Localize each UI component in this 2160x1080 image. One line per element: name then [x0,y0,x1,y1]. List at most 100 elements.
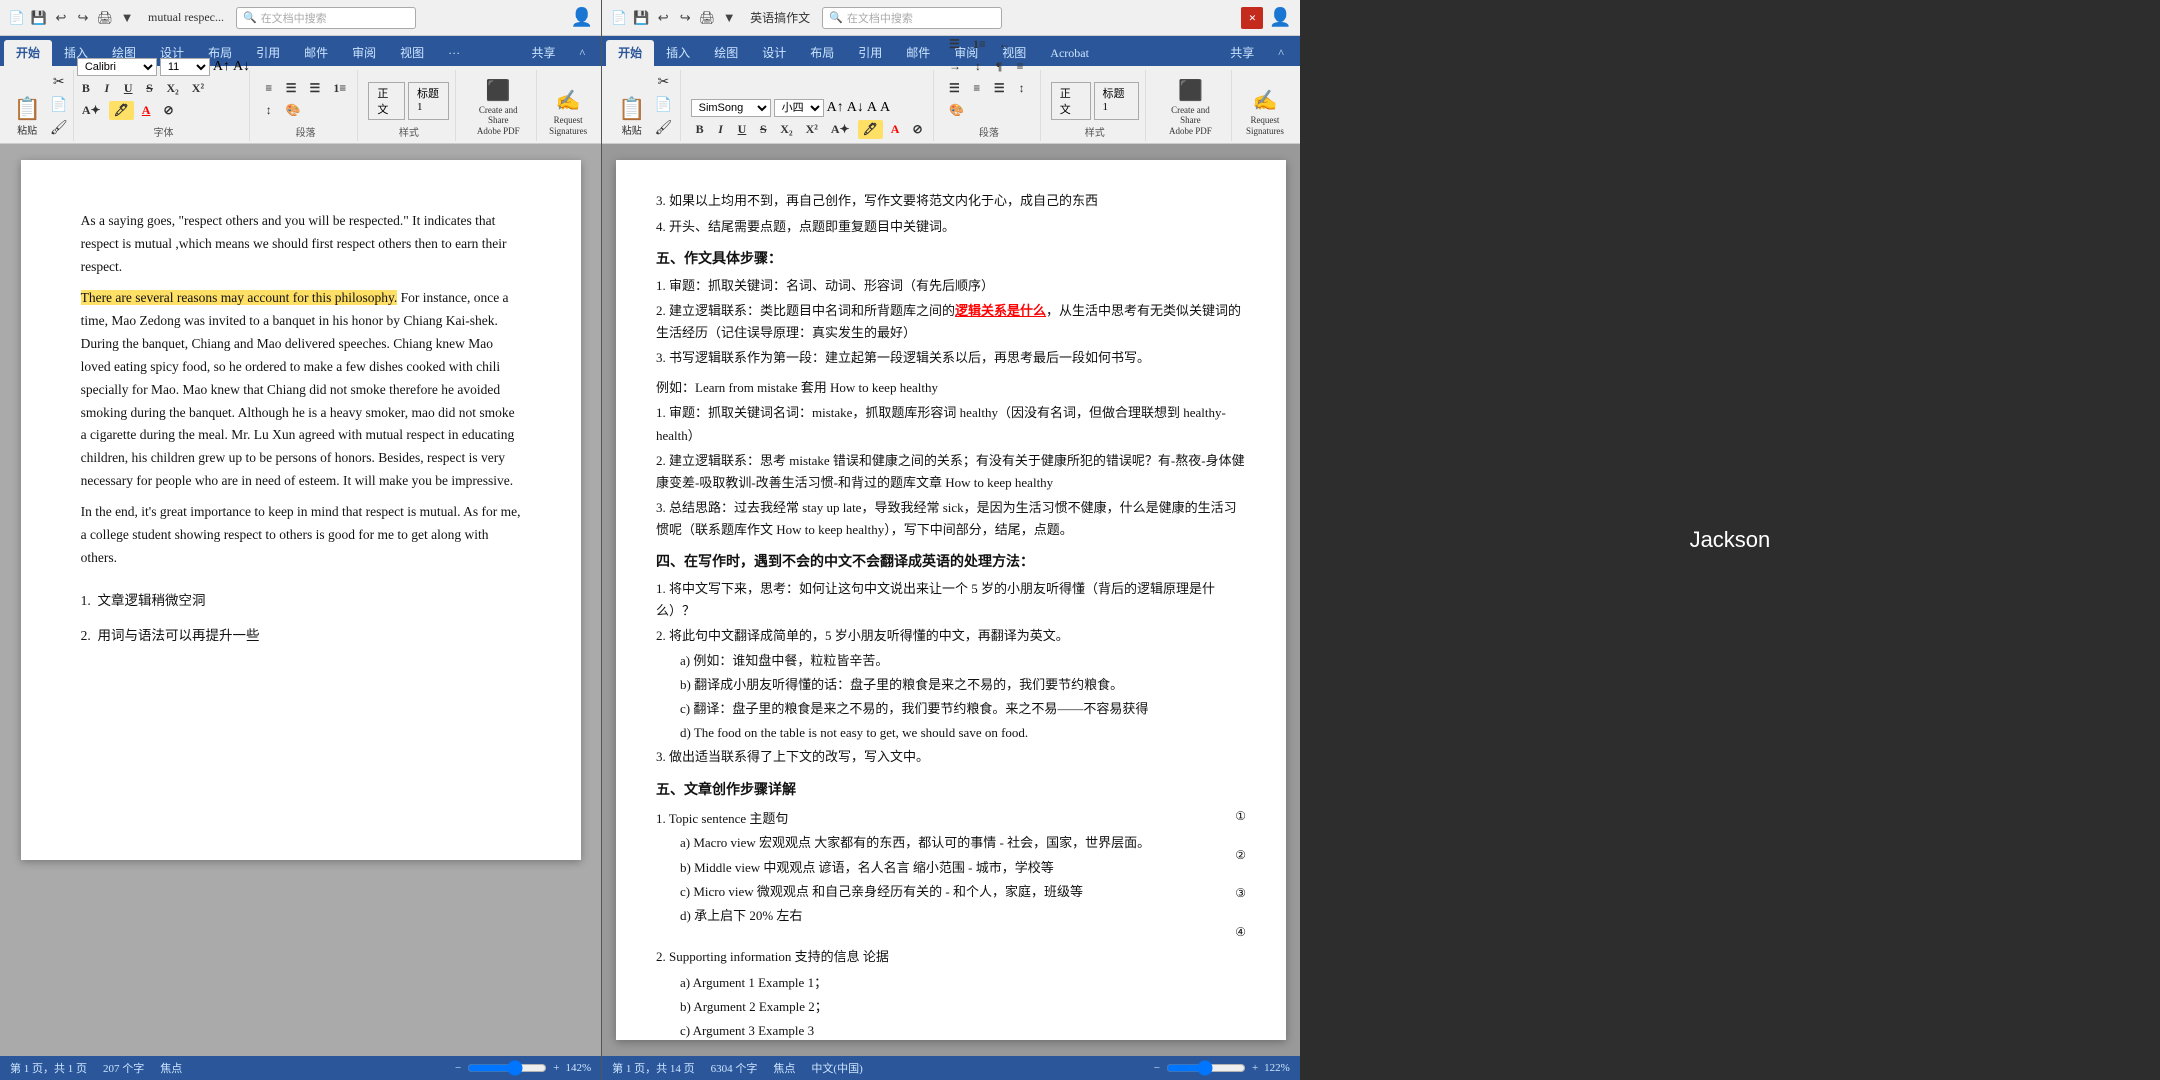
left-tab-share[interactable]: 共享 [520,40,568,66]
right-align-left-btn[interactable]: ≡ [1011,57,1029,76]
right-tab-layout[interactable]: 布局 [798,40,846,66]
right-grow-font-btn[interactable]: A↑ [827,100,844,116]
more-icon[interactable]: ▼ [118,9,136,27]
left-text-effect-btn[interactable]: A✦ [77,101,106,120]
right-create-share-btn[interactable]: ⬛ Create and ShareAdobe PDF [1156,76,1225,139]
left-subscript-btn[interactable]: X₂ [162,79,184,98]
left-search-box[interactable]: 🔍 在文档中搜索 [236,7,416,29]
left-font-size-select[interactable]: 11 [160,58,210,76]
redo-icon[interactable]: ↪ [74,9,92,27]
right-zoom-in-btn[interactable]: + [1252,1062,1258,1074]
left-align-left-btn[interactable]: ≡ [260,79,278,98]
right-show-marks-btn[interactable]: ¶ [990,57,1008,76]
right-tab-ref[interactable]: 引用 [846,40,894,66]
left-zoom-in-btn[interactable]: + [553,1062,559,1074]
right-cut-btn[interactable]: ✂ [652,72,674,93]
right-numbering-btn[interactable]: 1≡ [968,35,991,54]
right-shrink-font-btn[interactable]: A↓ [847,100,864,116]
left-numbering-btn[interactable]: 1≡ [328,79,351,98]
left-clear-format-btn[interactable]: ⊘ [158,101,178,120]
left-zoom-slider[interactable] [467,1060,547,1076]
right-copy-btn[interactable]: 📄 [652,95,674,116]
left-italic-btn[interactable]: I [98,79,116,98]
file-icon[interactable]: 📄 [8,9,26,27]
left-align-center-btn[interactable]: ☰ [281,79,302,98]
right-style-normal-btn[interactable]: 正文 [1051,82,1091,120]
left-style-normal-btn[interactable]: 正文 [368,82,405,120]
right-tab-collapse[interactable]: ^ [1266,42,1296,66]
right-char-btn[interactable]: A [867,100,877,116]
right-outdent-btn[interactable]: ← [994,35,1016,54]
right-align-center-btn[interactable]: ☰ [944,79,965,98]
left-font-color-btn[interactable]: A [137,101,156,120]
save-icon[interactable]: 💾 [30,9,48,27]
left-paste-btn[interactable]: 📋 粘贴 [9,96,44,139]
right-zoom-slider[interactable] [1166,1060,1246,1076]
undo-icon[interactable]: ↩ [52,9,70,27]
right-strikethrough-btn[interactable]: S [754,120,772,139]
left-cut-btn[interactable]: ✂ [48,72,70,93]
right-sort-btn[interactable]: ↕ [969,57,987,76]
right-save-icon[interactable]: 💾 [632,9,650,27]
left-copy-btn[interactable]: 📄 [48,95,70,116]
right-redo-icon[interactable]: ↪ [676,9,694,27]
left-bold-btn[interactable]: B [77,79,95,98]
left-format-paint-btn[interactable]: 🖌 [48,118,70,139]
left-tab-review[interactable]: 审阅 [340,40,388,66]
right-format-paint-btn[interactable]: 🖌 [652,118,674,139]
right-font-size-select[interactable]: 小四 [774,99,824,117]
left-request-sig-btn[interactable]: ✍ RequestSignatures [545,86,591,139]
left-line-spacing-btn[interactable]: ↕ [260,101,278,120]
left-style-h1-btn[interactable]: 标题1 [408,82,449,120]
right-tab-home[interactable]: 开始 [606,40,654,66]
right-style-h1-btn[interactable]: 标题1 [1094,82,1139,120]
right-char2-btn[interactable]: A [880,100,890,116]
right-user-icon[interactable]: 👤 [1269,7,1291,28]
left-zoom-out-btn[interactable]: − [455,1062,461,1074]
right-tab-draw[interactable]: 绘图 [702,40,750,66]
right-char3-btn[interactable]: ⊘ [907,120,927,139]
left-tab-mail[interactable]: 邮件 [292,40,340,66]
left-strikethrough-btn[interactable]: S [141,79,159,98]
left-shrink-font-btn[interactable]: A↓ [233,59,250,75]
right-indent-btn[interactable]: → [944,57,966,76]
left-user-icon[interactable]: 👤 [571,7,593,28]
left-font-name-select[interactable]: Calibri [77,58,157,76]
right-tab-design[interactable]: 设计 [750,40,798,66]
right-more-icon[interactable]: ▼ [720,9,738,27]
right-bullets-btn[interactable]: ☰ [944,35,965,54]
left-tab-collapse[interactable]: ^ [568,42,598,66]
right-tab-mail[interactable]: 邮件 [894,40,942,66]
right-italic-btn[interactable]: I [712,120,730,139]
left-tab-view[interactable]: 视图 [388,40,436,66]
right-justify-btn[interactable]: ☰ [989,79,1010,98]
print-icon[interactable]: 🖨 [96,9,114,27]
right-font-name-select[interactable]: SimSong [691,99,771,117]
right-tab-share[interactable]: 共享 [1218,40,1266,66]
left-underline-btn[interactable]: U [119,79,138,98]
right-font-color-btn[interactable]: A [886,120,905,139]
right-request-sig-btn[interactable]: ✍ RequestSignatures [1242,86,1288,139]
left-tab-ref[interactable]: 引用 [244,40,292,66]
right-shading-btn[interactable]: 🎨 [944,101,969,120]
right-zoom-out-btn[interactable]: − [1154,1062,1160,1074]
right-underline-btn[interactable]: U [733,120,752,139]
left-bullets-btn[interactable]: ☰ [305,79,326,98]
right-doc-area[interactable]: 3. 如果以上均用不到，再自己创作，写作文要将范文内化于心，成自己的东西 4. … [602,144,1300,1056]
right-line-spacing-btn[interactable]: ↕ [1013,79,1031,98]
right-close-btn[interactable]: × [1241,7,1263,29]
right-file-icon[interactable]: 📄 [610,9,628,27]
right-print-icon[interactable]: 🖨 [698,9,716,27]
right-highlight-btn[interactable]: 🖊 [858,120,883,139]
right-align-right-btn[interactable]: ≡ [968,79,986,98]
left-create-share-btn[interactable]: ⬛ Create and ShareAdobe PDF [466,76,530,139]
left-highlight-btn[interactable]: 🖊 [109,101,134,120]
right-superscript-btn[interactable]: X² [801,120,823,139]
left-tab-more[interactable]: ··· [436,42,472,66]
right-tab-acrobat[interactable]: Acrobat [1038,42,1101,66]
right-paste-btn[interactable]: 📋 粘贴 [614,96,649,139]
right-undo-icon[interactable]: ↩ [654,9,672,27]
left-superscript-btn[interactable]: X² [187,79,209,98]
left-tab-home[interactable]: 开始 [4,40,52,66]
right-tab-insert[interactable]: 插入 [654,40,702,66]
